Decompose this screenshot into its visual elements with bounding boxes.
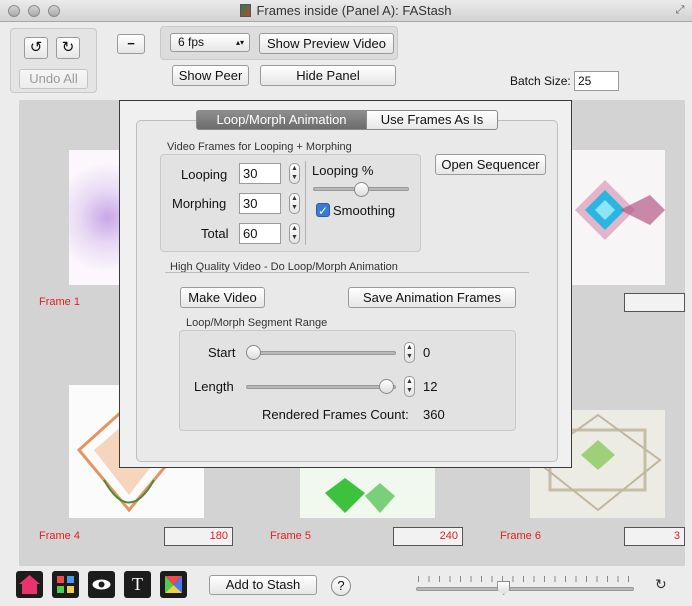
video-frames-group: Looping 30 ▲ ▼ Morphing 30 ▲ ▼ Total 60 ▲ ▼… (160, 154, 421, 252)
video-frames-group-title: Video Frames for Looping + Morphing (167, 141, 352, 153)
home-icon[interactable] (16, 571, 43, 598)
frame-4-value[interactable]: 180 (164, 527, 233, 546)
morphing-input[interactable]: 30 (239, 193, 281, 214)
frame-1-thumbnail[interactable] (69, 150, 124, 285)
frame-5-art (325, 478, 395, 513)
zoom-slider-ticks (418, 576, 633, 582)
undo-all-button[interactable]: Undo All (19, 69, 88, 89)
looping-pct-slider-knob[interactable] (354, 182, 369, 197)
redo-icon[interactable]: ↻ (56, 37, 80, 59)
grid-icon[interactable] (52, 571, 79, 598)
looping-pct-label: Looping % (312, 163, 374, 178)
grid-glyph (57, 576, 74, 593)
loop-morph-panel: Loop/Morph Animation Use Frames As Is Vi… (119, 100, 572, 468)
frame-6-label: Frame 6 (500, 530, 541, 542)
frame-4-label: Frame 4 (39, 530, 80, 542)
add-to-stash-button[interactable]: Add to Stash (209, 575, 317, 595)
start-slider[interactable] (246, 351, 396, 355)
undo-icon[interactable]: ↺ (24, 37, 48, 59)
looping-input[interactable]: 30 (239, 163, 281, 184)
zoom-window-button[interactable] (48, 5, 60, 17)
color-icon[interactable] (160, 571, 187, 598)
show-peer-button[interactable]: Show Peer (172, 65, 249, 86)
updown-icon: ▴▾ (235, 38, 244, 47)
total-stepper[interactable]: ▲ ▼ (289, 223, 300, 244)
preview-group: 6 fps ▴▾ Show Preview Video (160, 26, 398, 60)
looping-stepper[interactable]: ▲ ▼ (289, 163, 300, 184)
segment-range-group: Start ▲ ▼ 0 Length ▲ ▼ 12 Rendered Frames … (179, 330, 516, 431)
segment-range-group-title: Loop/Morph Segment Range (186, 317, 328, 329)
zoom-slider-knob[interactable] (497, 581, 511, 595)
make-video-button[interactable]: Make Video (180, 287, 265, 308)
text-icon[interactable]: T (124, 571, 151, 598)
frame-3-thumbnail[interactable] (565, 150, 665, 285)
length-stepper[interactable]: ▲ ▼ (404, 376, 415, 397)
frame-3-value-box[interactable] (624, 293, 685, 312)
title-bar: Frames inside (Panel A): FAStash ⤢ (0, 0, 692, 22)
hq-divider (165, 272, 529, 273)
batch-size-input[interactable]: 25 (574, 71, 619, 91)
tab-loop-morph[interactable]: Loop/Morph Animation (196, 110, 367, 130)
app-icon (240, 4, 252, 17)
group-divider (305, 161, 306, 245)
frame-5-label: Frame 5 (270, 530, 311, 542)
length-slider[interactable] (246, 385, 396, 389)
batch-size-label: Batch Size: (510, 74, 571, 88)
length-label: Length (194, 379, 234, 394)
start-label: Start (208, 345, 236, 360)
frame-6-value[interactable]: 3 (624, 527, 685, 546)
start-value: 0 (423, 345, 431, 360)
smoothing-checkbox[interactable]: ✓ (316, 203, 330, 218)
minus-button[interactable]: − (117, 34, 145, 54)
fps-select[interactable]: 6 fps ▴▾ (170, 33, 250, 52)
frame-3-art (575, 180, 665, 240)
rendered-frames-value: 360 (423, 407, 445, 422)
looping-label: Looping (181, 167, 228, 182)
frame-5-value[interactable]: 240 (393, 527, 463, 546)
window-title: Frames inside (Panel A): FAStash (256, 3, 452, 18)
eye-icon[interactable] (88, 571, 115, 598)
minimize-window-button[interactable] (28, 5, 40, 17)
length-slider-knob[interactable] (379, 379, 394, 394)
tab-use-frames-as-is[interactable]: Use Frames As Is (366, 110, 498, 130)
fps-value: 6 fps (178, 35, 205, 49)
zoom-slider[interactable] (416, 587, 634, 591)
start-stepper[interactable]: ▲ ▼ (404, 342, 415, 363)
frame-1-label: Frame 1 (39, 296, 80, 308)
save-animation-frames-button[interactable]: Save Animation Frames (348, 287, 516, 308)
total-label: Total (201, 226, 229, 241)
morphing-label: Morphing (172, 196, 227, 211)
refresh-icon[interactable]: ↻ (655, 577, 670, 592)
morphing-stepper[interactable]: ▲ ▼ (289, 193, 300, 214)
open-sequencer-button[interactable]: Open Sequencer (435, 154, 546, 175)
rendered-frames-label: Rendered Frames Count: (262, 407, 409, 422)
home-glyph (19, 575, 40, 594)
show-preview-button[interactable]: Show Preview Video (259, 33, 394, 54)
help-button[interactable]: ? (331, 576, 351, 596)
total-input[interactable]: 60 (239, 223, 281, 244)
start-slider-knob[interactable] (246, 345, 261, 360)
hide-panel-button[interactable]: Hide Panel (260, 65, 396, 86)
close-window-button[interactable] (8, 5, 20, 17)
color-glyph (165, 576, 182, 593)
smoothing-label: Smoothing (333, 203, 396, 218)
fullscreen-icon[interactable]: ⤢ (674, 4, 686, 16)
length-value: 12 (423, 379, 438, 394)
undo-group: ↺ ↻ Undo All (10, 28, 97, 93)
frame-5-thumbnail[interactable] (300, 468, 435, 518)
eye-glyph (92, 579, 111, 590)
